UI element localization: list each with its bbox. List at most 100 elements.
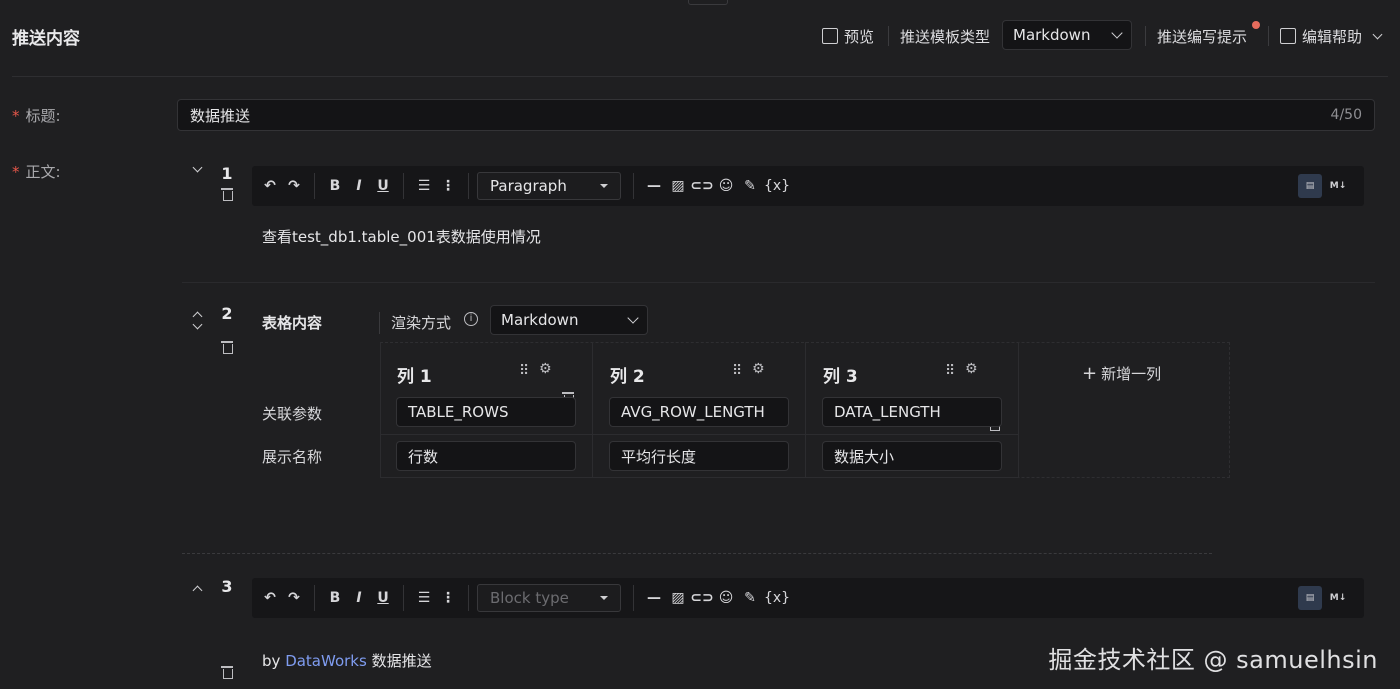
gear-icon[interactable]: ⚙	[752, 361, 765, 377]
underline-button[interactable]: U	[371, 590, 395, 606]
horizontal-rule-button[interactable]: —	[642, 178, 666, 194]
markdown-mode-icon[interactable]: M↓	[1326, 174, 1350, 198]
horizontal-rule-button[interactable]: —	[642, 590, 666, 606]
redo-button[interactable]: ↷	[282, 590, 306, 606]
edit-help-button[interactable]: 编辑帮助	[1280, 22, 1383, 50]
chevron-up-icon	[192, 585, 203, 596]
block-divider	[182, 553, 1212, 554]
bullet-list-button[interactable]: ☰	[412, 178, 436, 194]
render-mode-value: Markdown	[501, 311, 579, 329]
block-type-select[interactable]: Paragraph	[477, 172, 621, 200]
param-input[interactable]: DATA_LENGTH	[822, 397, 1002, 427]
block-number: 1	[221, 164, 233, 183]
highlight-icon[interactable]: ✎	[738, 590, 762, 606]
chevron-down-icon	[192, 319, 203, 330]
chevron-down-icon	[1111, 27, 1123, 39]
ordered-list-button[interactable]: ⋮	[436, 178, 460, 194]
title-counter: 4/50	[1330, 107, 1362, 123]
help-doc-icon	[1280, 28, 1296, 44]
title-field-label: * 标题:	[12, 107, 61, 125]
rich-text-mode-icon[interactable]: ▤	[1298, 174, 1322, 198]
editor-toolbar: ↶ ↷ B I U ☰ ⋮ Paragraph — ▨ ⊂⊃ ☺ ✎ {x} ▤…	[252, 166, 1364, 206]
writing-tips-label: 推送编写提示	[1157, 27, 1248, 46]
column-header: 列 3	[823, 367, 858, 387]
divider	[379, 312, 380, 334]
drag-handle-icon[interactable]: ⠿	[945, 363, 955, 379]
emoji-icon[interactable]: ☺	[714, 178, 738, 194]
writing-tips-button[interactable]: 推送编写提示	[1157, 21, 1260, 50]
chevron-down-icon	[192, 162, 203, 173]
redo-button[interactable]: ↷	[282, 178, 306, 194]
divider	[633, 173, 634, 199]
info-icon[interactable]: i	[464, 312, 478, 326]
divider	[314, 173, 315, 199]
emoji-icon[interactable]: ☺	[714, 590, 738, 606]
bold-button[interactable]: B	[323, 178, 347, 194]
move-up-button[interactable]	[192, 583, 203, 596]
divider	[888, 26, 889, 46]
render-mode-label: 渲染方式	[391, 314, 452, 332]
bold-button[interactable]: B	[323, 590, 347, 606]
render-mode-select[interactable]: Markdown	[490, 305, 648, 335]
divider	[1268, 26, 1269, 46]
undo-button[interactable]: ↶	[258, 178, 282, 194]
gear-icon[interactable]: ⚙	[965, 361, 978, 377]
image-icon[interactable]: ▨	[666, 178, 690, 194]
undo-button[interactable]: ↶	[258, 590, 282, 606]
display-input[interactable]: 数据大小	[822, 441, 1002, 471]
block-1-text[interactable]: 查看test_db1.table_001表数据使用情况	[262, 226, 541, 247]
gear-icon[interactable]: ⚙	[539, 361, 552, 377]
ordered-list-button[interactable]: ⋮	[436, 590, 460, 606]
display-input[interactable]: 平均行长度	[609, 441, 789, 471]
drag-handle-icon[interactable]: ⠿	[732, 363, 742, 379]
block-divider	[182, 282, 1375, 283]
trash-icon[interactable]	[221, 187, 233, 201]
rich-text-mode-icon[interactable]: ▤	[1298, 586, 1322, 610]
block-type-select[interactable]: Block type	[477, 584, 621, 612]
divider	[403, 173, 404, 199]
drag-handle-icon[interactable]: ⠿	[519, 363, 529, 379]
highlight-icon[interactable]: ✎	[738, 178, 762, 194]
param-input[interactable]: AVG_ROW_LENGTH	[609, 397, 789, 427]
move-up-button[interactable]	[192, 309, 203, 322]
move-down-button[interactable]	[192, 319, 203, 330]
caret-down-icon	[600, 596, 608, 600]
caret-down-icon	[600, 184, 608, 188]
underline-button[interactable]: U	[371, 178, 395, 194]
display-input[interactable]: 行数	[396, 441, 576, 471]
add-column-button[interactable]: + 新增一列	[1082, 363, 1161, 384]
chevron-down-icon	[1372, 29, 1383, 39]
markdown-mode-icon[interactable]: M↓	[1326, 586, 1350, 610]
link-icon[interactable]: ⊂⊃	[690, 178, 714, 194]
block-3-text[interactable]: by DataWorks 数据推送	[262, 650, 432, 671]
title-value: 数据推送	[190, 106, 251, 125]
dataworks-link[interactable]: DataWorks	[285, 652, 367, 670]
block-collapse-button[interactable]	[192, 162, 203, 173]
italic-button[interactable]: I	[347, 590, 371, 606]
preview-icon	[822, 28, 838, 44]
trash-icon[interactable]	[221, 665, 233, 679]
variable-button[interactable]: {x}	[762, 590, 792, 606]
trash-icon[interactable]	[221, 340, 233, 354]
row-label-param: 关联参数	[262, 405, 323, 423]
body-field-label: * 正文:	[12, 163, 61, 181]
divider	[1145, 26, 1146, 46]
variable-button[interactable]: {x}	[762, 178, 792, 194]
preview-button[interactable]: 预览	[822, 22, 874, 50]
link-icon[interactable]: ⊂⊃	[690, 590, 714, 606]
chevron-down-icon	[627, 312, 639, 324]
param-input[interactable]: TABLE_ROWS	[396, 397, 576, 427]
top-handle	[688, 0, 728, 5]
bullet-list-button[interactable]: ☰	[412, 590, 436, 606]
row-label-display: 展示名称	[262, 448, 323, 466]
editor-toolbar: ↶ ↷ B I U ☰ ⋮ Block type — ▨ ⊂⊃ ☺ ✎ {x} …	[252, 578, 1364, 618]
template-type-label: 推送模板类型	[900, 27, 991, 46]
italic-button[interactable]: I	[347, 178, 371, 194]
title-input[interactable]: 数据推送 4/50	[177, 99, 1375, 131]
block-type-placeholder: Block type	[490, 589, 569, 607]
edit-help-label: 编辑帮助	[1302, 27, 1363, 46]
template-type-select[interactable]: Markdown	[1002, 20, 1132, 50]
header-divider	[12, 76, 1388, 77]
image-icon[interactable]: ▨	[666, 590, 690, 606]
block-type-value: Paragraph	[490, 177, 567, 195]
